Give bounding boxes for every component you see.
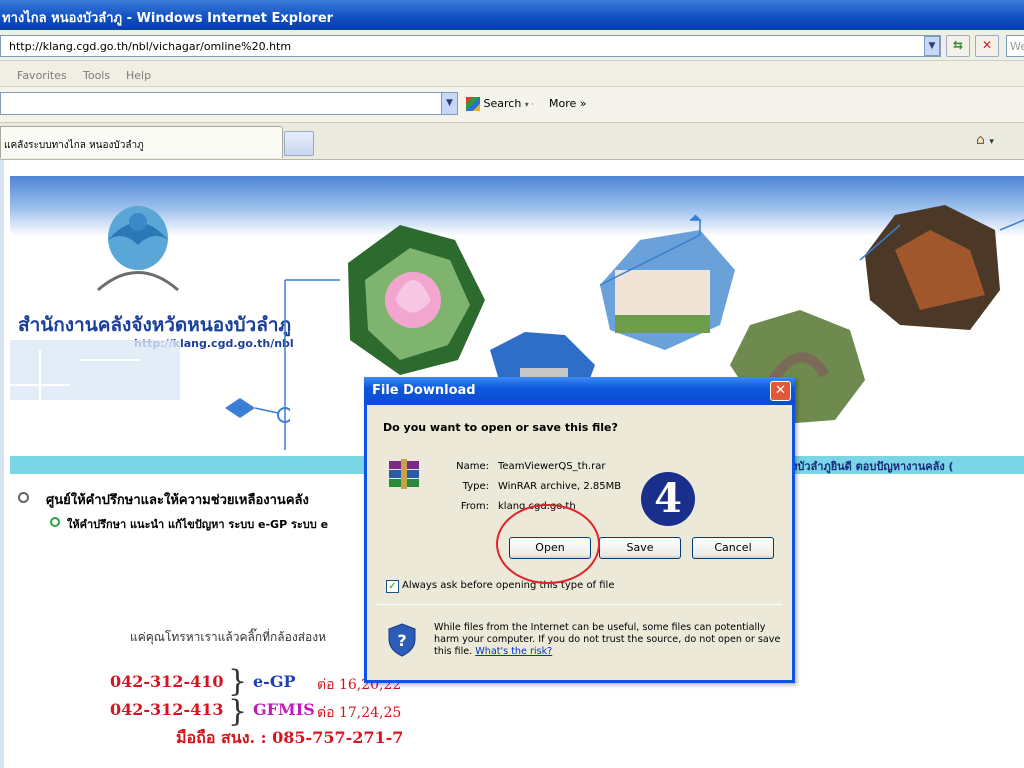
garuda-emblem-icon [97, 206, 179, 292]
tab-active[interactable]: แคลังระบบทางไกล หนองบัวลำภู [0, 126, 283, 158]
step-number-badge: 4 [641, 472, 695, 526]
dialog-question: Do you want to open or save this file? [383, 421, 618, 434]
warning-text: While files from the Internet can be use… [434, 622, 784, 658]
new-tab-button[interactable] [284, 131, 314, 156]
winrar-icon [389, 459, 419, 489]
phone-1: 042-312-410 [110, 672, 224, 691]
dialog-title: File Download [364, 377, 795, 405]
page-left-edge [0, 160, 4, 768]
address-dropdown-icon[interactable]: ▼ [924, 36, 940, 56]
phone-2-ext: ต่อ 17,24,25 [317, 705, 402, 721]
type-label: Type: [462, 481, 489, 492]
menu-bar: Favorites Tools Help [0, 61, 1024, 87]
highlight-circle [496, 504, 600, 584]
address-input[interactable]: http://klang.cgd.go.th/nbl/vichagar/omli… [0, 35, 941, 57]
phone-2-system: GFMIS [253, 700, 315, 719]
always-ask-checkbox[interactable]: ✓ [386, 580, 399, 593]
search-dropdown-icon: ▾ · [524, 100, 534, 109]
close-icon[interactable]: ✕ [770, 381, 791, 401]
brace-icon: } [228, 694, 248, 729]
mobile-number: มือถือ สนง. : 085-757-271-7 [176, 728, 404, 747]
shield-question-icon: ? [388, 623, 416, 657]
toolbar-input[interactable] [0, 92, 458, 115]
search-button[interactable]: Search ▾ · [466, 97, 534, 111]
always-ask-label: Always ask before opening this type of f… [402, 580, 615, 591]
toolbar: ▼ Search ▾ · More » [0, 87, 1024, 123]
dialog-separator [377, 604, 782, 605]
phone-2: 042-312-413 [110, 700, 224, 719]
bullet-green-icon [50, 517, 60, 527]
tab-bar: แคลังระบบทางไกล หนองบัวลำภู ⌂ ▾ [0, 123, 1024, 160]
type-value: WinRAR archive, 2.85MB [498, 481, 622, 492]
svg-text:?: ? [397, 631, 406, 650]
save-button[interactable]: Save [599, 537, 681, 559]
phone-1-system: e-GP [253, 672, 296, 691]
marquee-text: งบัวลำภูยินดี ตอบปัญหางานคลัง ( [792, 460, 954, 473]
consult-title: ศูนย์ให้คำปรึกษาและให้ความช่วยเหลืองานคล… [46, 493, 309, 508]
stop-icon[interactable]: ✕ [975, 35, 999, 57]
from-label: From: [460, 501, 489, 512]
decorative-graphic [10, 340, 290, 423]
more-button[interactable]: More » [549, 97, 587, 110]
name-label: Name: [456, 461, 489, 472]
window-title: ทางไกล หนองบัวลำภู - Windows Internet Ex… [0, 0, 1024, 30]
refresh-icon[interactable]: ⇆ [946, 35, 970, 57]
toolbar-dropdown-icon[interactable]: ▼ [441, 93, 457, 114]
risk-link[interactable]: What's the risk? [475, 646, 552, 657]
name-value: TeamViewerQS_th.rar [498, 461, 606, 472]
web-search-input[interactable]: We [1006, 35, 1024, 57]
bullet-icon [18, 492, 29, 503]
home-icon[interactable]: ⌂ ▾ [976, 132, 994, 148]
search-icon [466, 97, 480, 111]
address-bar: http://klang.cgd.go.th/nbl/vichagar/omli… [0, 30, 1024, 61]
call-instruction: แค่คุณโทรหาเราแล้วคลิ๊กที่กล้องส่องห [130, 630, 327, 644]
search-label: Search [483, 97, 522, 110]
consult-description: ให้คำปรึกษา แนะนำ แก้ไขปัญหา ระบบ e-GP ร… [67, 518, 329, 531]
menu-favorites[interactable]: Favorites [17, 69, 67, 82]
office-name: สำนักงานคลังจังหวัดหนองบัวลำภู [18, 314, 292, 336]
menu-help[interactable]: Help [126, 69, 151, 82]
menu-tools[interactable]: Tools [83, 69, 110, 82]
cancel-button[interactable]: Cancel [692, 537, 774, 559]
